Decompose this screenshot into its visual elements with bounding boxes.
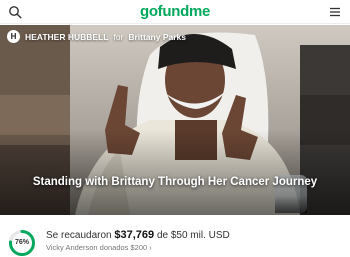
amount-raised: Se recaudaron $37,769 de $50 mil. USD: [46, 229, 230, 241]
organizer-avatar: H: [7, 30, 20, 43]
gofundme-logo[interactable]: gofundme: [0, 3, 350, 20]
progress-percent: 76%: [14, 239, 29, 246]
chevron-right-icon: ›: [149, 243, 152, 252]
goal-text: de $50 mil. USD: [156, 230, 230, 241]
recent-donation[interactable]: Vicky Anderson donados $200 ›: [46, 243, 152, 252]
beneficiary-name: Brittany Parks: [128, 31, 186, 42]
raised-amount: $37,769: [114, 229, 155, 241]
top-navigation-bar: gofundme: [0, 0, 350, 24]
donation-progress-section: 76% Se recaudaron $37,769 de $50 mil. US…: [0, 215, 350, 256]
for-label: for: [113, 31, 124, 42]
raised-prefix: Se recaudaron: [46, 230, 112, 241]
organizer-pill[interactable]: H HEATHER HUBBELL for Brittany Parks: [7, 30, 186, 43]
organizer-name: HEATHER HUBBELL: [25, 31, 109, 42]
hamburger-menu-icon[interactable]: [329, 6, 341, 18]
campaign-title: Standing with Brittany Through Her Cance…: [32, 176, 318, 188]
recent-donor: Vicky Anderson donados $200: [46, 243, 148, 252]
